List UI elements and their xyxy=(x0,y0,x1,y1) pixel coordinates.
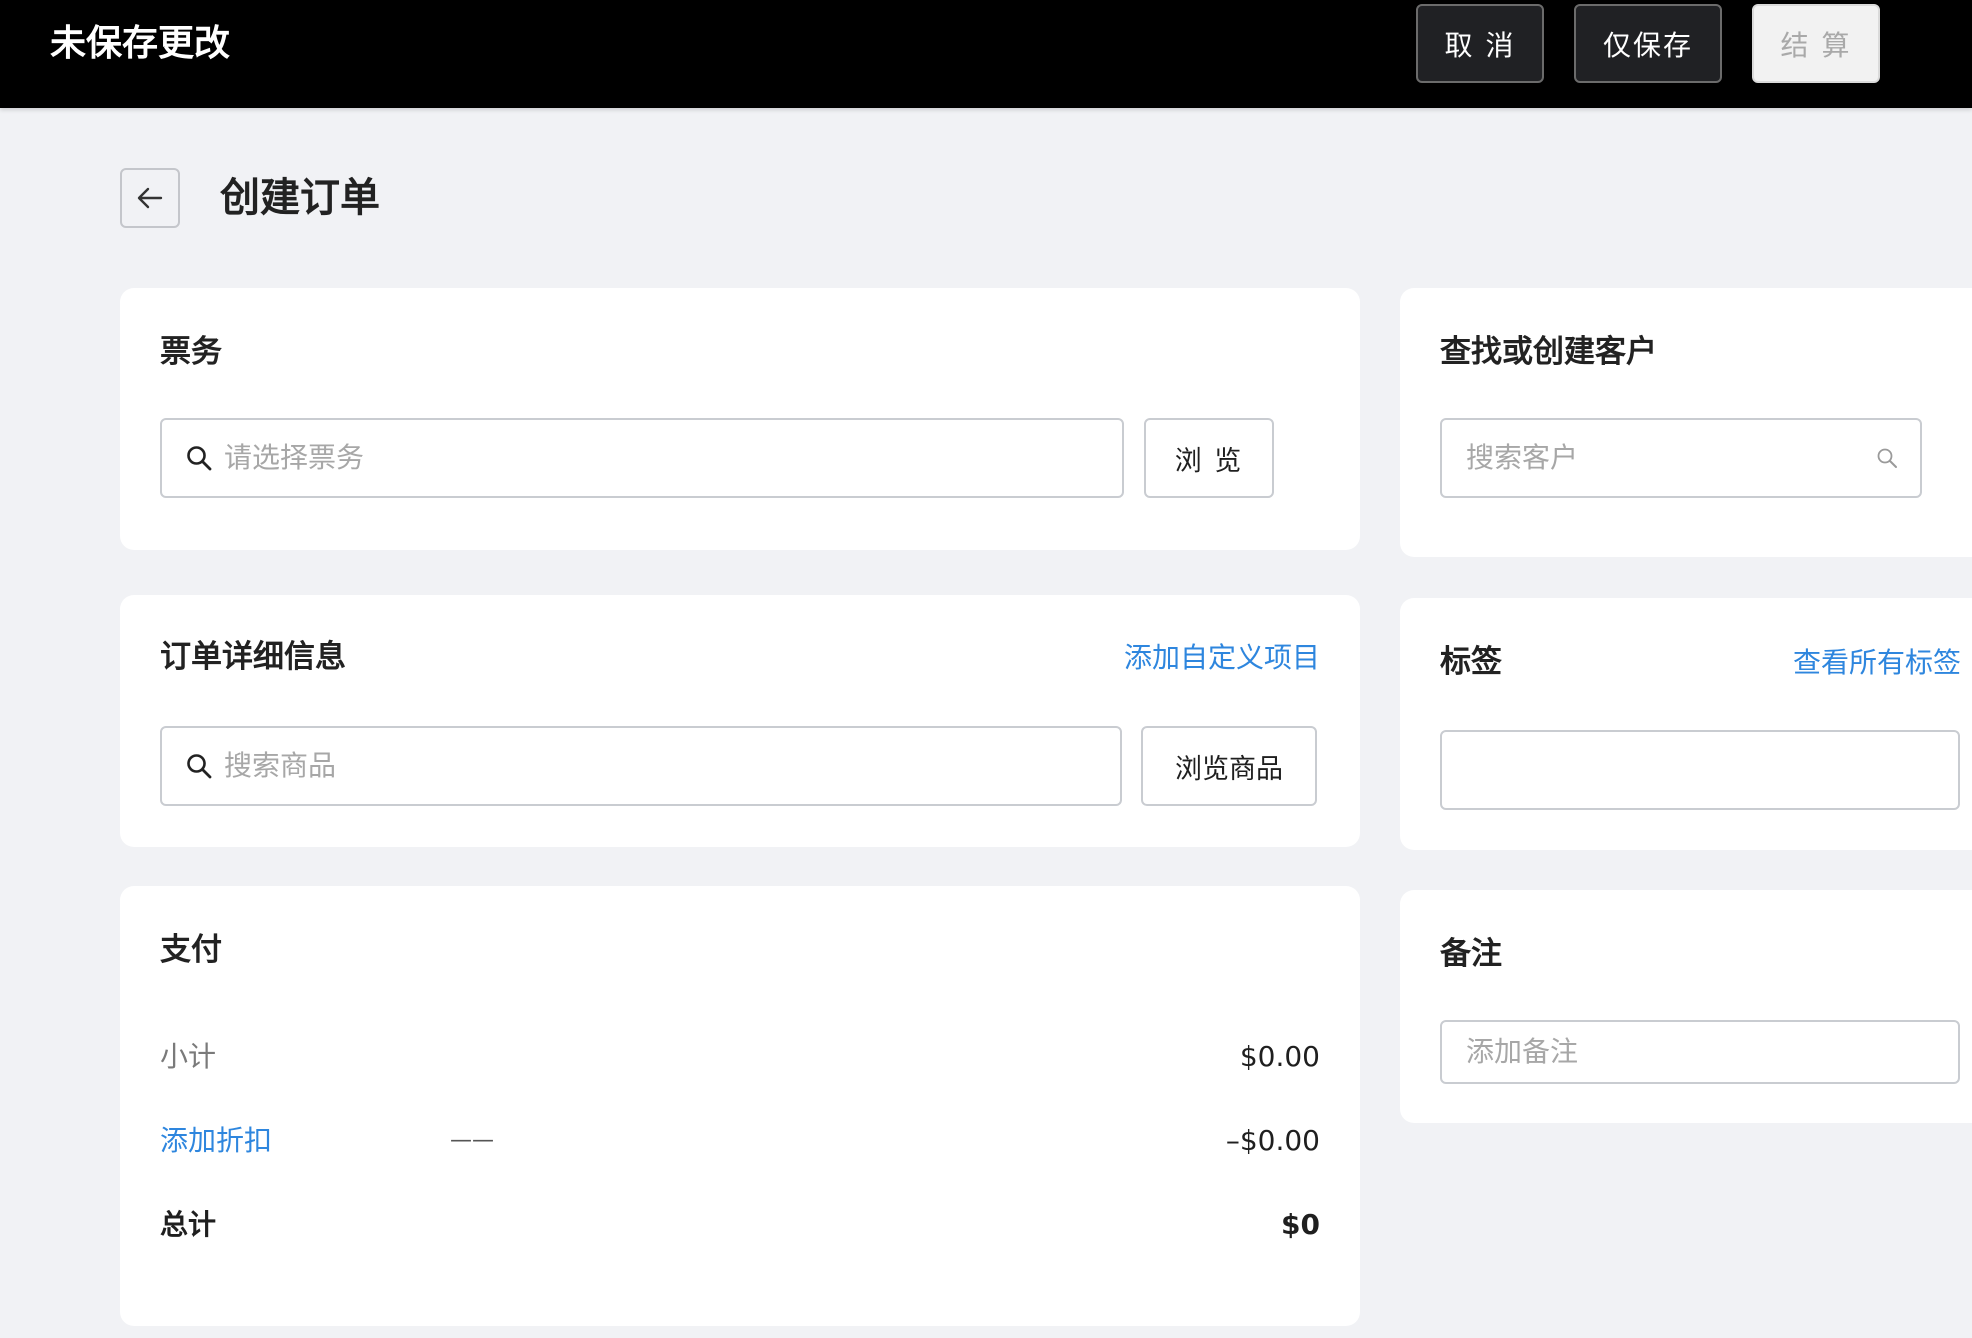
order-details-card: 订单详细信息 添加自定义项目 搜索商品 浏览商品 xyxy=(120,595,1360,847)
cancel-button[interactable]: 取 消 xyxy=(1416,4,1544,83)
payment-card: 支付 小计 $0.00 添加折扣 —— –$0.00 总计 $0 xyxy=(120,886,1360,1326)
total-label: 总计 xyxy=(160,1208,217,1241)
top-bar: 未保存更改 取 消 仅保存 结 算 xyxy=(0,0,1972,108)
back-button[interactable] xyxy=(120,168,180,228)
payment-title: 支付 xyxy=(160,932,222,968)
product-search-placeholder: 搜索商品 xyxy=(224,749,337,782)
save-only-button[interactable]: 仅保存 xyxy=(1574,4,1722,83)
tickets-card: 票务 请选择票务 浏 览 xyxy=(120,288,1360,550)
customer-title: 查找或创建客户 xyxy=(1440,334,1657,370)
search-icon xyxy=(187,754,212,779)
search-icon xyxy=(1877,448,1897,468)
unsaved-changes-title: 未保存更改 xyxy=(50,23,231,64)
subtotal-value: $0.00 xyxy=(1239,1040,1320,1073)
notes-placeholder: 添加备注 xyxy=(1466,1035,1579,1068)
discount-dash: —— xyxy=(450,1128,494,1153)
ticket-search-placeholder: 请选择票务 xyxy=(224,441,365,474)
browse-tickets-button[interactable]: 浏 览 xyxy=(1144,418,1274,498)
discount-value: –$0.00 xyxy=(1225,1124,1320,1157)
add-discount-link[interactable]: 添加折扣 xyxy=(160,1122,272,1160)
customer-search-placeholder: 搜索客户 xyxy=(1466,441,1579,474)
tickets-title: 票务 xyxy=(160,334,222,370)
tags-card: 标签 查看所有标签 xyxy=(1400,598,1972,850)
add-custom-item-link[interactable]: 添加自定义项目 xyxy=(1124,639,1320,677)
tags-input[interactable] xyxy=(1440,730,1960,810)
search-icon xyxy=(187,446,212,471)
tags-title: 标签 xyxy=(1440,644,1502,680)
notes-input[interactable]: 添加备注 xyxy=(1440,1020,1960,1084)
product-search-input[interactable]: 搜索商品 xyxy=(160,726,1122,806)
notes-title: 备注 xyxy=(1440,936,1502,972)
browse-products-button[interactable]: 浏览商品 xyxy=(1141,726,1317,806)
page-title: 创建订单 xyxy=(220,175,380,221)
customer-search-input[interactable]: 搜索客户 xyxy=(1440,418,1922,498)
view-all-tags-link[interactable]: 查看所有标签 xyxy=(1793,644,1961,682)
checkout-button[interactable]: 结 算 xyxy=(1752,4,1880,83)
subtotal-label: 小计 xyxy=(160,1040,217,1073)
notes-card: 备注 添加备注 xyxy=(1400,890,1972,1123)
total-value: $0 xyxy=(1281,1208,1320,1241)
customer-card: 查找或创建客户 搜索客户 xyxy=(1400,288,1972,557)
ticket-search-input[interactable]: 请选择票务 xyxy=(160,418,1124,498)
arrow-left-icon xyxy=(137,187,163,209)
order-details-title: 订单详细信息 xyxy=(160,639,346,675)
